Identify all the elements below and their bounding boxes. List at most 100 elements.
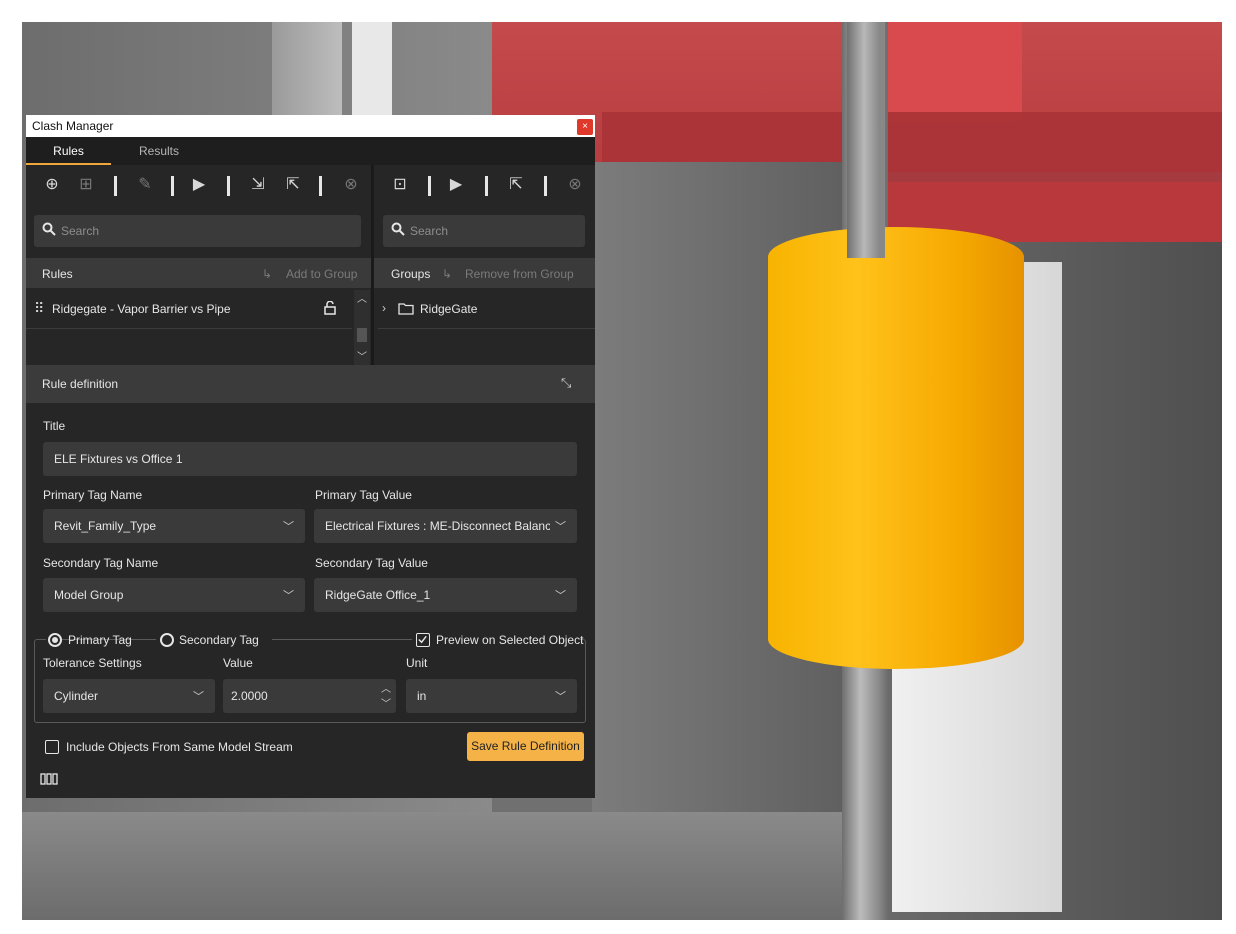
rules-search-placeholder: Search (61, 224, 100, 238)
secondary-tag-radio[interactable] (160, 633, 174, 647)
secondary-tag-name-label: Secondary Tag Name (43, 556, 159, 570)
toolbar-separator (319, 176, 322, 196)
panel-layout-icon[interactable] (40, 773, 58, 785)
add-to-group-button[interactable]: Add to Group (286, 267, 357, 281)
scene-pipe-front (847, 22, 885, 258)
folder-icon (398, 303, 414, 315)
scene-lower-floor (22, 812, 882, 920)
rules-search-input[interactable]: Search (34, 215, 361, 247)
title-value: ELE Fixtures vs Office 1 (54, 452, 183, 466)
export-group-icon[interactable]: ⇱ (506, 175, 526, 195)
rules-list-header: Rules ↳ Add to Group (26, 258, 371, 288)
remove-from-group-arrow-icon: ↳ (442, 267, 453, 281)
groups-header-label: Groups (391, 267, 431, 281)
rules-header-label: Rules (42, 267, 73, 281)
title-label: Title (43, 419, 66, 433)
chevron-down-icon: ﹀ (283, 521, 294, 533)
chevron-down-icon: ﹀ (555, 590, 566, 602)
rules-toolbar: ⊕ ⊞ ✎ ▶ ⇲ ⇱ ⊗ (26, 165, 371, 205)
remove-from-group-button[interactable]: Remove from Group (465, 267, 574, 281)
include-same-stream-label: Include Objects From Same Model Stream (66, 740, 293, 754)
drag-handle-icon[interactable]: ⠿ (34, 300, 44, 317)
tree-item-group[interactable]: › RidgeGate (378, 290, 595, 329)
tolerance-value: 2.0000 (231, 689, 268, 703)
stepper-down-icon[interactable]: ﹀ (381, 695, 391, 710)
value-label: Value (223, 656, 253, 670)
expand-chevron-icon[interactable]: › (382, 301, 386, 315)
titlebar: Clash Manager × (26, 115, 595, 137)
edit-rule-icon[interactable]: ✎ (135, 175, 155, 195)
primary-tag-name-value: Revit_Family_Type (54, 519, 157, 533)
toolbar-separator (544, 176, 547, 196)
checkmark-icon (418, 635, 427, 644)
title-field[interactable]: ELE Fixtures vs Office 1 (43, 442, 577, 476)
fieldset-legend-left: Primary Tag (46, 632, 132, 648)
chevron-down-icon: ﹀ (555, 691, 566, 703)
add-group-icon[interactable]: ⊡ (390, 175, 410, 195)
scroll-up-icon[interactable]: ︿ (357, 290, 367, 305)
run-group-icon[interactable]: ▶ (446, 175, 466, 195)
tolerance-value-stepper[interactable]: 2.0000 ︿ ﹀ (223, 679, 396, 713)
delete-group-icon[interactable]: ⊗ (565, 175, 585, 195)
scene-white-strip (352, 22, 392, 122)
run-rule-icon[interactable]: ▶ (189, 175, 209, 195)
primary-tag-value-select[interactable]: Electrical Fixtures : ME-Disconnect Bala… (314, 509, 577, 543)
close-button[interactable]: × (577, 119, 593, 135)
groups-list-header: Groups ↳ Remove from Group (374, 258, 595, 288)
chevron-down-icon: ﹀ (193, 691, 204, 703)
tab-rules[interactable]: Rules (26, 137, 111, 165)
scroll-down-icon[interactable]: ﹀ (357, 348, 367, 363)
toolbar-separator (485, 176, 488, 196)
secondary-tag-name-select[interactable]: Model Group ﹀ (43, 578, 305, 612)
toolbar-separator (171, 176, 174, 196)
save-rule-definition-button[interactable]: Save Rule Definition (467, 732, 584, 761)
rule-item-label: Ridgegate - Vapor Barrier vs Pipe (52, 302, 231, 316)
toolbar-separator (428, 176, 431, 196)
groups-search-input[interactable]: Search (383, 215, 585, 247)
chevron-down-icon: ﹀ (555, 521, 566, 533)
export-rule-icon[interactable]: ⇱ (283, 175, 303, 195)
duplicate-rule-icon[interactable]: ⊞ (76, 175, 96, 195)
unit-label: Unit (406, 656, 428, 670)
fieldset-legend-middle: Secondary Tag (156, 632, 272, 648)
import-rule-icon[interactable]: ⇲ (248, 175, 268, 195)
secondary-tag-value-select[interactable]: RidgeGate Office_1 ﹀ (314, 578, 577, 612)
add-to-group-arrow-icon: ↳ (262, 267, 273, 281)
rules-scrollbar[interactable]: ︿ ﹀ (354, 290, 370, 365)
highlighted-cylinder[interactable] (768, 227, 1024, 669)
delete-rule-icon[interactable]: ⊗ (341, 175, 361, 195)
clash-manager-panel: Clash Manager × Rules Results ⊕ ⊞ ✎ ▶ ⇲ … (26, 115, 595, 798)
primary-tag-value-label: Primary Tag Value (315, 488, 412, 502)
secondary-tag-name-value: Model Group (54, 588, 124, 602)
tolerance-shape-value: Cylinder (54, 689, 99, 703)
search-icon (391, 222, 405, 236)
collapse-icon[interactable]: ⤡ (561, 375, 571, 391)
primary-tag-value-value: Electrical Fixtures : ME-Disconnect Bala… (325, 519, 550, 533)
tolerance-shape-select[interactable]: Cylinder ﹀ (43, 679, 215, 713)
groups-toolbar: ⊡ ▶ ⇱ ⊗ (374, 165, 595, 205)
scroll-thumb[interactable] (357, 328, 367, 342)
primary-tag-name-label: Primary Tag Name (43, 488, 143, 502)
secondary-tag-value-label: Secondary Tag Value (315, 556, 428, 570)
add-rule-icon[interactable]: ⊕ (42, 175, 62, 195)
unit-value: in (417, 689, 427, 703)
fieldset-legend-right: Preview on Selected Object (412, 632, 584, 648)
unit-select[interactable]: in ﹀ (406, 679, 577, 713)
secondary-tag-value-value: RidgeGate Office_1 (325, 588, 431, 602)
chevron-down-icon: ﹀ (283, 590, 294, 602)
toolbar-separator (227, 176, 230, 196)
tolerance-settings-label: Tolerance Settings (43, 656, 142, 670)
preview-checkbox[interactable] (416, 633, 430, 647)
primary-tag-radio[interactable] (48, 633, 62, 647)
include-same-stream-checkbox[interactable] (45, 740, 59, 754)
preview-checkbox-label: Preview on Selected Object (436, 633, 584, 647)
primary-tag-radio-label: Primary Tag (68, 633, 132, 647)
rule-definition-title: Rule definition (42, 377, 119, 391)
tab-results[interactable]: Results (124, 137, 194, 165)
stepper-up-icon[interactable]: ︿ (381, 680, 391, 695)
list-item[interactable]: ⠿ Ridgegate - Vapor Barrier vs Pipe (26, 290, 352, 329)
primary-tag-name-select[interactable]: Revit_Family_Type ﹀ (43, 509, 305, 543)
tab-bar: Rules Results (26, 137, 595, 165)
group-item-label: RidgeGate (420, 302, 478, 316)
unlock-icon[interactable] (324, 301, 336, 315)
